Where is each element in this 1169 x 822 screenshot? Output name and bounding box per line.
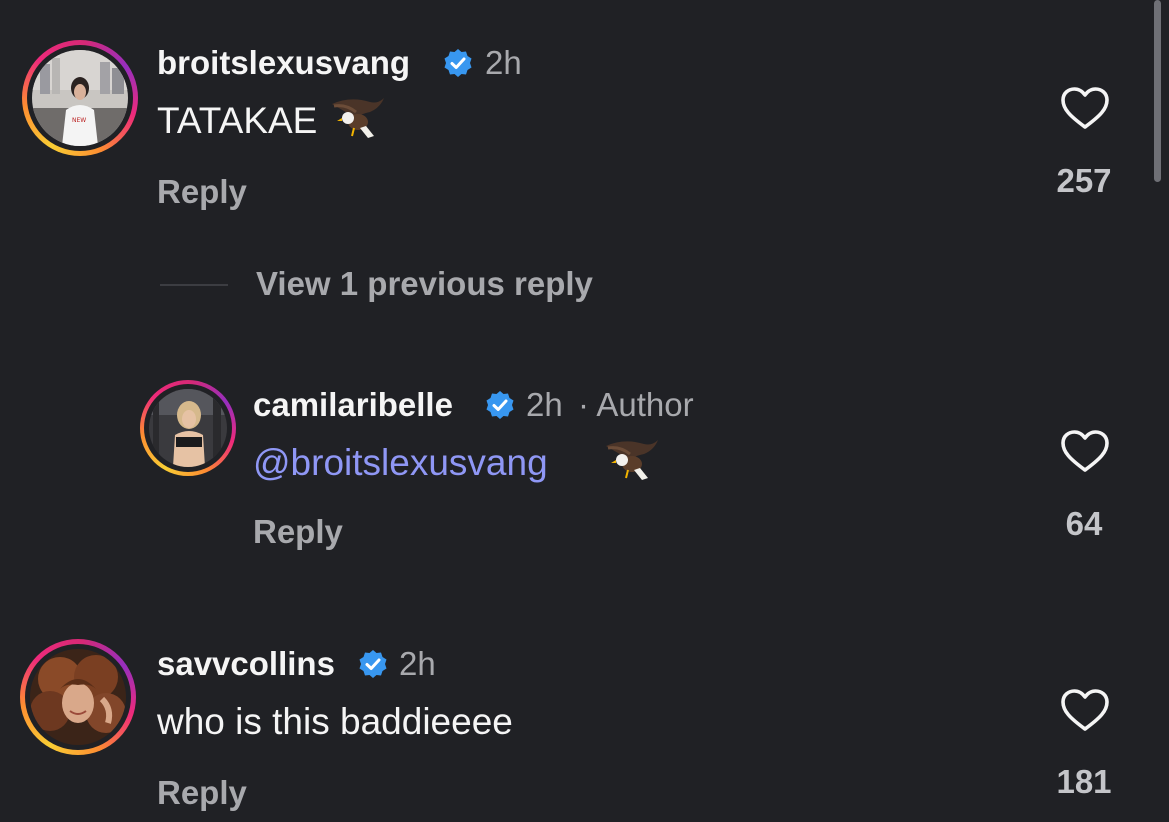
like-count: 181 xyxy=(1056,763,1112,800)
comment-text: who is this baddieeee xyxy=(157,701,513,742)
avatar[interactable] xyxy=(20,639,136,755)
comment-time: 2h xyxy=(399,645,436,682)
reply-button[interactable]: Reply xyxy=(157,774,247,812)
heart-icon[interactable] xyxy=(1060,688,1110,732)
comment-username[interactable]: savvcollins xyxy=(157,645,335,683)
comment-item: savvcollins 2h who is this baddieeee Rep… xyxy=(0,0,1169,822)
comments-screen: NEW broitslexusvang 2h TATAKAE Reply 257… xyxy=(0,0,1169,822)
avatar-photo xyxy=(30,649,126,745)
verified-badge-icon xyxy=(359,650,387,678)
